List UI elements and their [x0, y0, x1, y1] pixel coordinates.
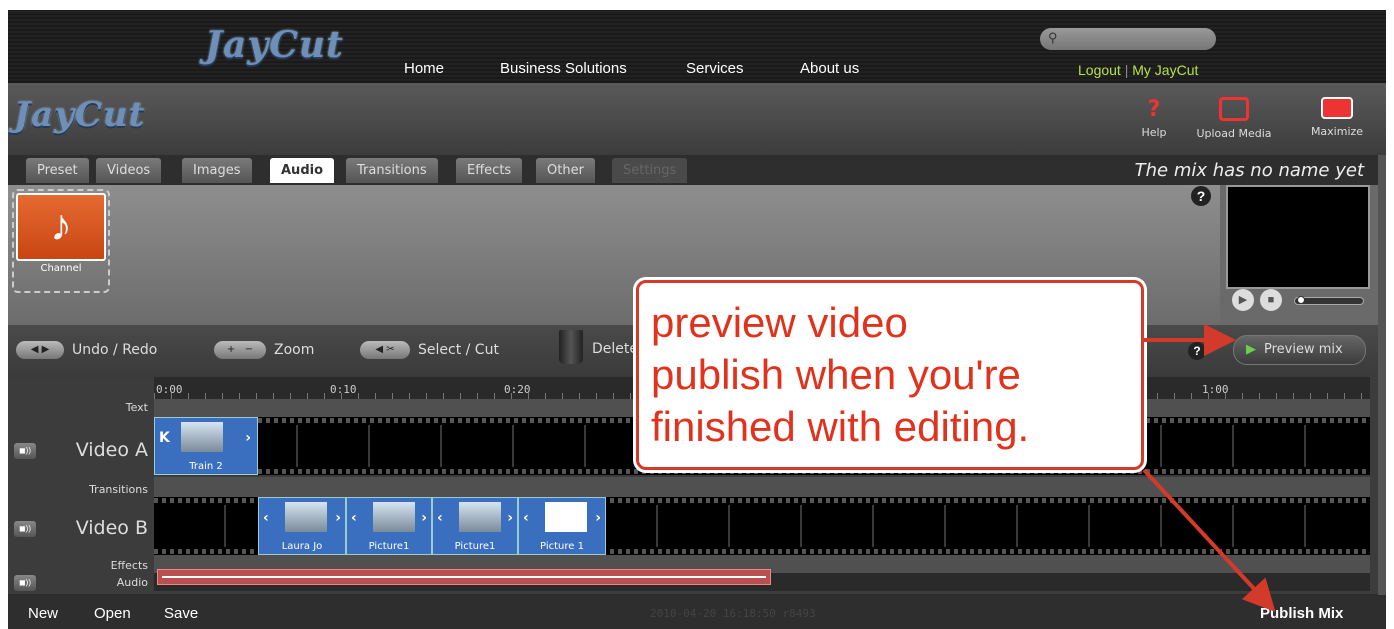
arrow-to-publish [1142, 468, 1276, 612]
annotation-arrows [1142, 324, 1276, 612]
jaycut-window: JayCut Home Business Solutions Services … [8, 10, 1386, 629]
